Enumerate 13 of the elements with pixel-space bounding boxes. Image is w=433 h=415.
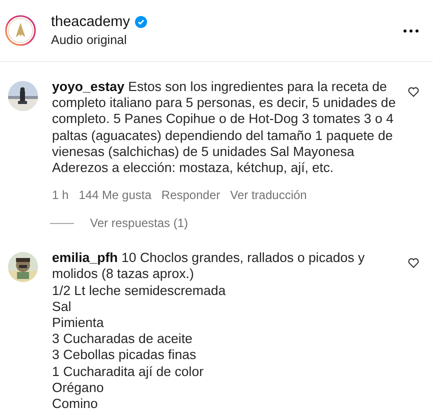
logo-icon[interactable] <box>5 15 36 46</box>
username[interactable]: theacademy <box>51 14 130 30</box>
like-icon[interactable] <box>408 87 419 97</box>
translate-link[interactable]: Ver traducción <box>230 188 307 202</box>
like-count[interactable]: 144 Me gusta <box>78 188 152 202</box>
timestamp: 1 h <box>52 188 69 202</box>
audio-label[interactable]: Audio original <box>51 33 403 47</box>
more-options-icon[interactable] <box>403 28 419 32</box>
comment-text: yoyo_estay Estos son los ingredientes para la receta de completo italiano para 5 personas, es decir, 5 unidades de completo. 5 Panes Copihue o de Hot-Dog 3 tomates 3 o 4 paltas (aguacates) dependiendo del tamaño 1 paquete de vienesas (salchichas) de 5 unidades Sal Mayonesa Aderezos a elección: mostaza, kétchup, ají, etc. <box>52 79 397 176</box>
view-replies-link[interactable]: Ver respuestas (1) <box>90 216 188 230</box>
reply-link[interactable]: Responder <box>161 188 220 202</box>
like-icon[interactable] <box>408 258 419 268</box>
comment-text: emilia_pfh 10 Choclos grandes, rallados o picados y molidos (8 tazas aprox.) 1/2 Lt leche semidescremada Sal Pimienta 3 Cucharadas de aceite 3 Cebollas picadas finas 1 Cucharadita ají de color Orégano Comino <box>52 250 366 412</box>
